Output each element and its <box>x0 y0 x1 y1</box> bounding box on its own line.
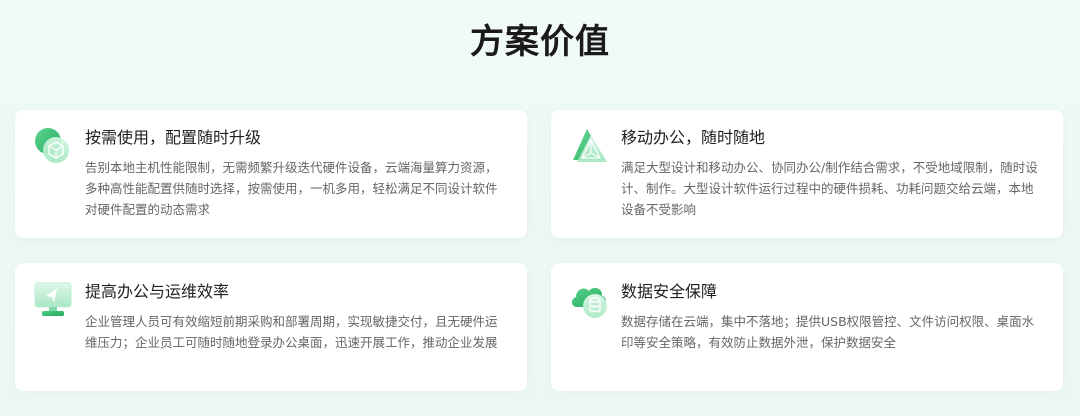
card-description: 企业管理人员可有效缩短前期采购和部署周期，实现敏捷交付，且无硬件运维压力；企业员… <box>85 314 498 350</box>
card-title: 提高办公与运维效率 <box>85 282 230 301</box>
value-card-mobile-office: 移动办公，随时随地 满足大型设计和移动办公、协同办公/制作结合需求，不受地域限制… <box>551 110 1063 238</box>
card-title: 数据安全保障 <box>621 282 718 301</box>
pyramid-icon <box>569 126 609 166</box>
card-title: 移动办公，随时随地 <box>621 128 766 147</box>
card-title: 按需使用，配置随时升级 <box>85 128 262 147</box>
monitor-send-icon <box>33 279 73 319</box>
value-card-on-demand: 按需使用，配置随时升级 告别本地主机性能限制，无需频繁升级迭代硬件设备，云端海量… <box>15 110 527 238</box>
card-description: 满足大型设计和移动办公、协同办公/制作结合需求，不受地域限制，随时设计、制作。大… <box>621 160 1038 217</box>
card-description: 告别本地主机性能限制，无需频繁升级迭代硬件设备，云端海量算力资源，多种高性能配置… <box>85 160 498 217</box>
cube-cloud-icon <box>33 126 73 166</box>
page-background: 方案价值 按需使用，配置随时升级 告别本地主机性能限制，无需频繁升级迭代硬件设备… <box>0 0 1080 416</box>
cloud-database-icon <box>569 279 609 319</box>
card-description: 数据存储在云端，集中不落地；提供USB权限管控、文件访问权限、桌面水印等安全策略… <box>621 314 1035 350</box>
section-title: 方案价值 <box>470 22 610 62</box>
value-card-efficiency: 提高办公与运维效率 企业管理人员可有效缩短前期采购和部署周期，实现敏捷交付，且无… <box>15 263 527 391</box>
value-card-data-security: 数据安全保障 数据存储在云端，集中不落地；提供USB权限管控、文件访问权限、桌面… <box>551 263 1063 391</box>
